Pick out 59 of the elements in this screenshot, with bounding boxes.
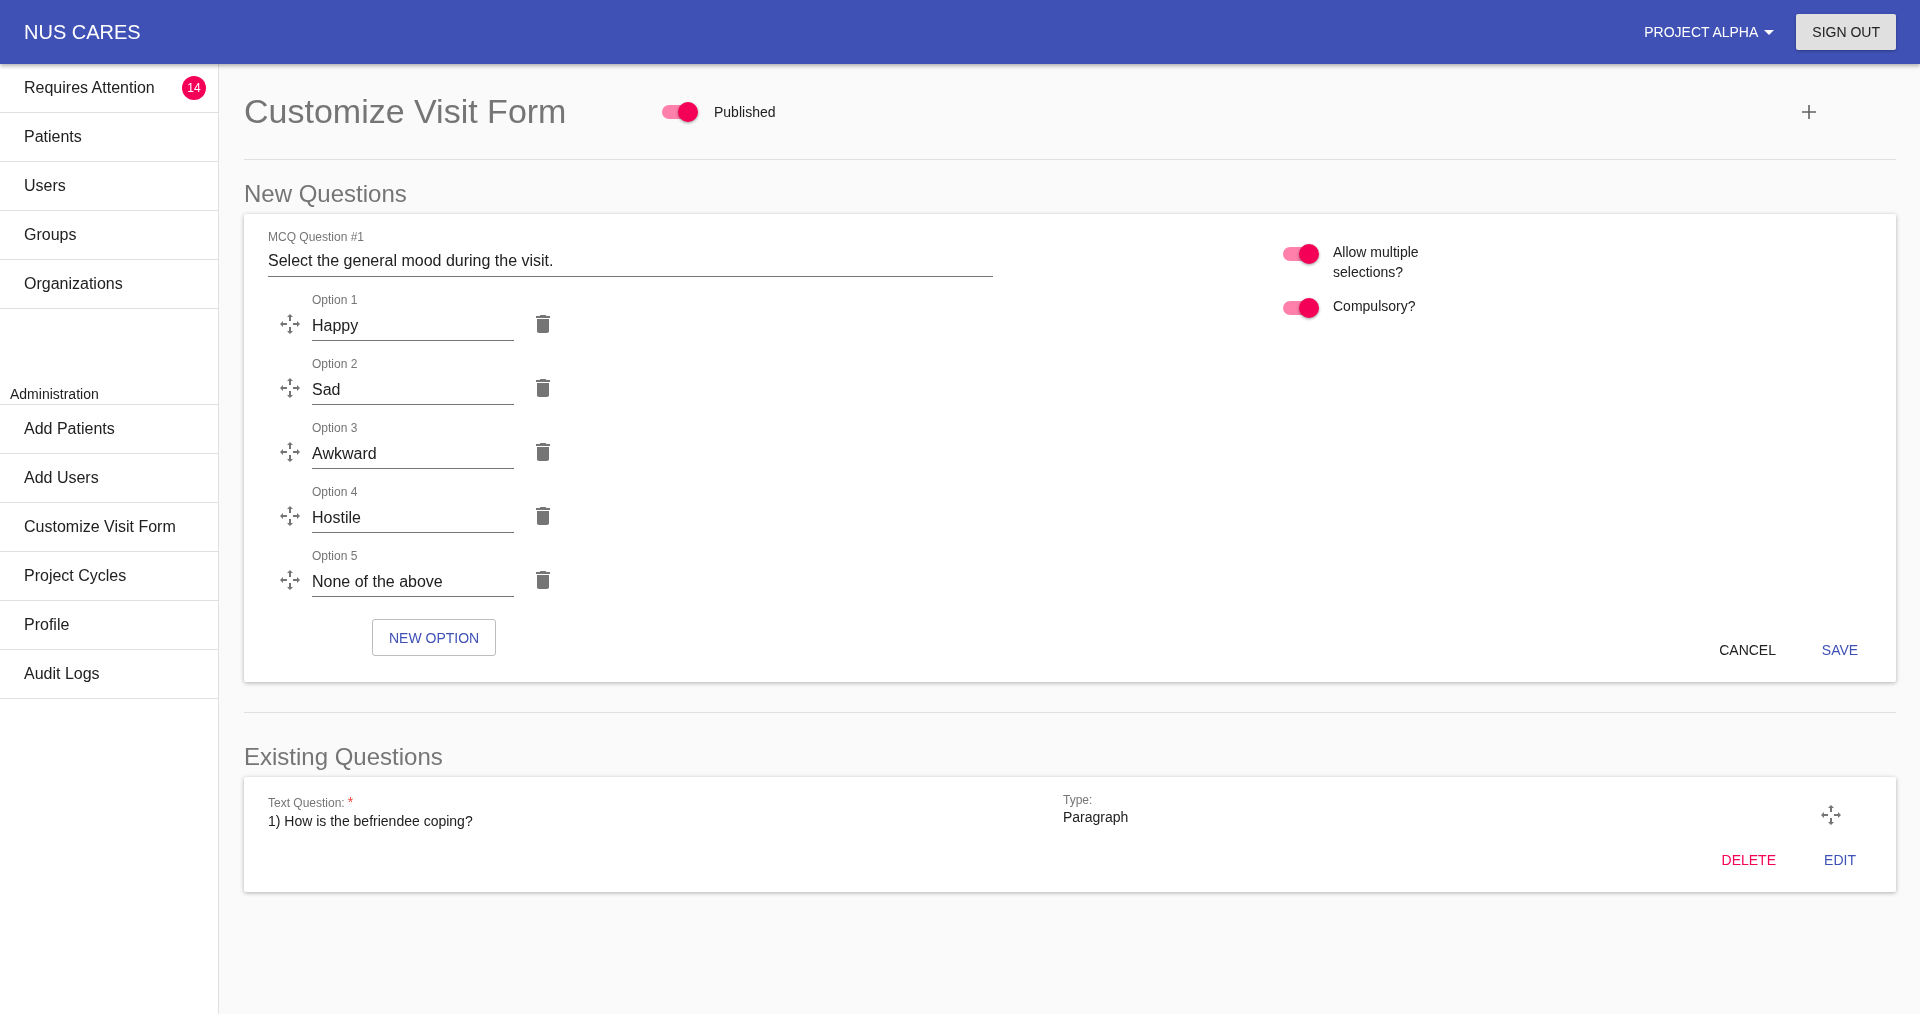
move-handle-icon[interactable] — [280, 442, 300, 462]
field-label: Option 4 — [312, 485, 359, 499]
toggle-switch[interactable] — [1283, 242, 1319, 266]
field-label: Text Question: — [268, 796, 345, 810]
add-icon[interactable] — [1802, 104, 1816, 119]
move-handle-icon[interactable] — [280, 378, 300, 398]
new-option-button[interactable]: NEW OPTION — [372, 619, 497, 656]
option-field[interactable]: Awkward — [312, 439, 514, 469]
move-handle-icon[interactable] — [280, 570, 300, 590]
delete-button[interactable]: DELETE — [1713, 844, 1784, 876]
trash-icon[interactable] — [536, 571, 550, 589]
field-label: Option 1 — [312, 293, 359, 307]
edit-button[interactable]: EDIT — [1808, 844, 1872, 876]
question-field[interactable]: Select the general mood during the visit. — [268, 246, 993, 277]
field-label: Type: — [1063, 793, 1094, 807]
sign-out-button[interactable]: SIGN OUT — [1796, 14, 1896, 50]
section-heading: New Questions — [244, 179, 408, 209]
nav-item[interactable]: Audit Logs — [0, 650, 218, 699]
app-title: NUS CARES — [24, 20, 142, 44]
trash-icon[interactable] — [536, 507, 550, 525]
trash-icon[interactable] — [536, 443, 550, 461]
page-title: Customize Visit Form — [244, 92, 568, 131]
field-label: MCQ Question #1 — [268, 230, 366, 244]
option-field[interactable]: Sad — [312, 375, 514, 405]
count-badge: 14 — [182, 76, 206, 100]
caret-icon — [1764, 29, 1775, 35]
toggle-label: Compulsory? — [1333, 297, 1417, 316]
nav-item[interactable]: Profile — [0, 601, 218, 650]
toggle-label: Allow multiple selections? — [1333, 243, 1420, 282]
field-label: Option 3 — [312, 421, 359, 435]
trash-icon[interactable] — [536, 315, 550, 333]
nav-item[interactable]: Groups — [0, 211, 218, 260]
save-button[interactable]: SAVE — [1808, 634, 1872, 666]
nav-item[interactable]: Project Cycles — [0, 552, 218, 601]
project-menu[interactable]: PROJECT ALPHA — [1644, 18, 1775, 46]
trash-icon[interactable] — [536, 379, 550, 397]
section-heading: Existing Questions — [244, 742, 444, 772]
move-handle-icon[interactable] — [280, 506, 300, 526]
nav-item[interactable]: Add Patients — [0, 405, 218, 454]
toggle-label: Published — [714, 103, 776, 120]
required-mark: * — [347, 794, 354, 810]
move-handle-icon[interactable] — [280, 314, 300, 334]
field-label: Option 5 — [312, 549, 359, 563]
toggle-switch[interactable] — [1283, 296, 1319, 320]
nav-item[interactable]: Requires Attention 14 — [0, 64, 218, 113]
field-label: Option 2 — [312, 357, 359, 371]
option-field[interactable]: None of the above — [312, 567, 514, 597]
nav-item[interactable]: Patients — [0, 113, 218, 162]
question-text: 1) How is the befriendee coping? — [268, 813, 474, 829]
option-field[interactable]: Hostile — [312, 503, 514, 533]
nav-item[interactable]: Add Users — [0, 454, 218, 503]
move-handle-icon[interactable] — [1821, 805, 1841, 825]
section-title: Administration — [0, 384, 218, 405]
option-field[interactable]: Happy — [312, 311, 514, 341]
nav-item[interactable]: Users — [0, 162, 218, 211]
cancel-button[interactable]: CANCEL — [1711, 634, 1784, 666]
question-type: Paragraph — [1063, 809, 1129, 825]
nav-item[interactable]: Organizations — [0, 260, 218, 309]
nav-item[interactable]: Customize Visit Form — [0, 503, 218, 552]
